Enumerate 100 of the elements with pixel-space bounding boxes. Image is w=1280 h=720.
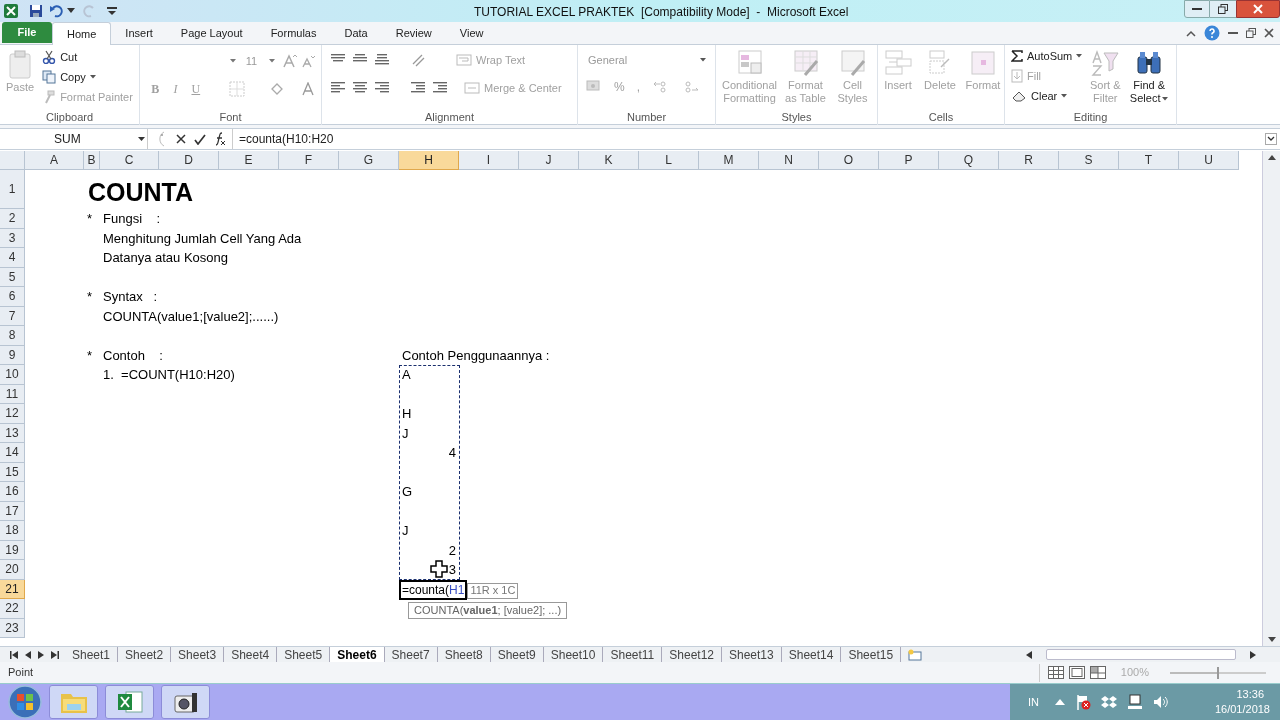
- row-header[interactable]: 14: [0, 443, 25, 463]
- ribbon-button[interactable]: Find & Select: [1126, 45, 1172, 110]
- next-sheet-icon[interactable]: [38, 650, 44, 659]
- expand-formula-bar-icon[interactable]: [1265, 133, 1277, 145]
- close-icon[interactable]: [1264, 28, 1274, 38]
- volume-icon[interactable]: [1153, 694, 1169, 710]
- column-header[interactable]: U: [1179, 151, 1239, 170]
- column-header[interactable]: J: [519, 151, 579, 170]
- column-header[interactable]: N: [759, 151, 819, 170]
- column-header[interactable]: B: [84, 151, 100, 170]
- column-header[interactable]: K: [579, 151, 639, 170]
- insert-cells-icon: [883, 49, 913, 77]
- cell-text: *: [87, 288, 93, 306]
- cell-text: Syntax :: [103, 288, 158, 306]
- column-header[interactable]: R: [999, 151, 1059, 170]
- column-header[interactable]: O: [819, 151, 879, 170]
- customize-toolbar-icon[interactable]: [107, 6, 117, 16]
- restore-button[interactable]: [1210, 0, 1236, 18]
- ribbon-button[interactable]: Cut: [40, 47, 135, 67]
- save-icon[interactable]: [29, 4, 43, 18]
- dropbox-icon[interactable]: [1101, 695, 1117, 709]
- first-sheet-icon[interactable]: [10, 650, 18, 659]
- column-header[interactable]: S: [1059, 151, 1119, 170]
- cell-editor[interactable]: =counta(H1: [399, 579, 468, 600]
- dropdown-arrow-icon: [229, 59, 236, 63]
- column-header[interactable]: C: [100, 151, 159, 170]
- column-header[interactable]: G: [339, 151, 399, 170]
- sheet-tab[interactable]: Sheet6: [330, 646, 385, 663]
- scroll-up-icon[interactable]: [1267, 155, 1276, 160]
- help-icon[interactable]: [1204, 25, 1220, 41]
- ribbon-button[interactable]: Clear: [1009, 86, 1085, 106]
- row-header[interactable]: 22: [0, 599, 25, 619]
- close-button[interactable]: [1236, 0, 1280, 18]
- row-header[interactable]: 6: [0, 287, 25, 307]
- enter-icon[interactable]: [194, 133, 206, 145]
- row-header[interactable]: 18: [0, 521, 25, 541]
- restore-icon[interactable]: [1246, 28, 1256, 38]
- row-header[interactable]: 10: [0, 365, 25, 385]
- undo-icon[interactable]: [49, 4, 65, 18]
- column-header[interactable]: D: [159, 151, 219, 170]
- page-layout-icon[interactable]: [1068, 666, 1085, 679]
- row-header[interactable]: 1: [0, 170, 25, 209]
- name-box[interactable]: SUM: [0, 129, 148, 149]
- show-hidden-icons-icon[interactable]: [1055, 699, 1065, 705]
- ribbon-tab[interactable]: File: [2, 22, 52, 43]
- minimize-icon[interactable]: [1228, 31, 1238, 35]
- minimize-icon: [1192, 7, 1202, 11]
- caret-icon: [1162, 97, 1169, 102]
- column-header[interactable]: I: [459, 151, 519, 170]
- ribbon-button[interactable]: AutoSum: [1009, 46, 1085, 66]
- font-color-icon[interactable]: [301, 82, 315, 96]
- normal-view-icon[interactable]: [1047, 666, 1064, 679]
- column-header[interactable]: H: [399, 151, 459, 170]
- cancel-icon[interactable]: [176, 134, 186, 144]
- row-header[interactable]: 8: [0, 326, 25, 346]
- vertical-scrollbar[interactable]: [1262, 151, 1280, 646]
- row-header[interactable]: 2: [0, 209, 25, 229]
- row-header[interactable]: 16: [0, 482, 25, 502]
- column-header[interactable]: T: [1119, 151, 1179, 170]
- action-center-icon[interactable]: [1075, 694, 1091, 710]
- column-header[interactable]: Q: [939, 151, 999, 170]
- start-button[interactable]: [8, 685, 42, 719]
- ribbon-tab[interactable]: View: [445, 22, 498, 44]
- zoom-slider[interactable]: [1170, 666, 1266, 679]
- ribbon-tab[interactable]: Review: [381, 22, 446, 44]
- orientation-icon[interactable]: [410, 52, 426, 68]
- collapse-ribbon-icon[interactable]: [1186, 29, 1196, 37]
- column-header[interactable]: A: [25, 151, 84, 170]
- column-header[interactable]: F: [279, 151, 339, 170]
- horizontal-scrollbar[interactable]: [1026, 648, 1256, 661]
- dropdown-arrow-icon[interactable]: [67, 8, 75, 14]
- column-header[interactable]: P: [879, 151, 939, 170]
- ribbon-tab[interactable]: Formulas: [256, 22, 331, 44]
- last-sheet-icon[interactable]: [51, 650, 59, 659]
- wrap-text-icon: [456, 53, 472, 67]
- network-icon[interactable]: [1127, 694, 1143, 710]
- ribbon-tab[interactable]: Home: [52, 22, 112, 45]
- excel-app-icon[interactable]: [3, 3, 19, 19]
- scroll-down-icon[interactable]: [1267, 637, 1276, 642]
- scissors-icon: [42, 50, 57, 64]
- row-header[interactable]: 4: [0, 248, 25, 268]
- window-title: TUTORIAL EXCEL PRAKTEK [Compatibility Mode] - Microsoft Excel: [474, 4, 849, 21]
- column-header[interactable]: E: [219, 151, 279, 170]
- scroll-left-icon[interactable]: [1026, 650, 1032, 659]
- minimize-button[interactable]: [1184, 0, 1210, 18]
- previous-sheet-icon[interactable]: [25, 650, 31, 659]
- ribbon-button[interactable]: Copy: [40, 67, 135, 87]
- taskbar-button[interactable]: [161, 685, 210, 719]
- group-label: Number: [626, 110, 667, 126]
- column-header[interactable]: M: [699, 151, 759, 170]
- page-break-icon[interactable]: [1089, 666, 1106, 679]
- ribbon-tab[interactable]: Data: [330, 22, 382, 44]
- fill-color-icon[interactable]: [269, 81, 285, 97]
- ribbon-tab[interactable]: Page Layout: [166, 22, 257, 44]
- row-header[interactable]: 12: [0, 404, 25, 424]
- row-header[interactable]: 20: [0, 560, 25, 580]
- cell-text: Contoh Penggunaannya :: [402, 346, 550, 365]
- scroll-right-icon[interactable]: [1250, 650, 1256, 659]
- column-header[interactable]: L: [639, 151, 699, 170]
- ribbon-tab[interactable]: Insert: [111, 22, 167, 44]
